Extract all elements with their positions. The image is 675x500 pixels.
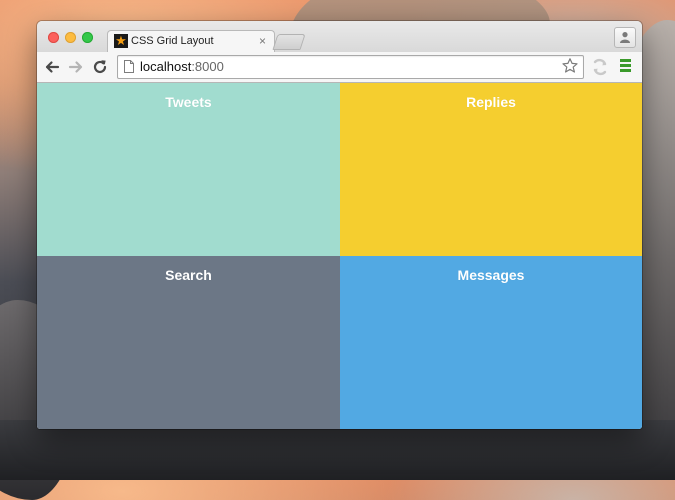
new-tab-button[interactable] [272,34,306,50]
tab-title: CSS Grid Layout [131,35,214,47]
url-port: :8000 [191,59,224,74]
grid-cell-search: Search [37,256,340,429]
tab-css-grid-layout[interactable]: ★ CSS Grid Layout × [107,30,275,53]
cell-title-replies: Replies [466,94,516,110]
window-zoom-button[interactable] [82,32,93,43]
cell-title-search: Search [165,267,212,283]
profile-button[interactable] [614,27,636,48]
cell-title-tweets: Tweets [165,94,212,110]
page-icon [124,60,134,73]
grid-cell-tweets: Tweets [37,83,340,256]
grid-cell-messages: Messages [340,256,642,429]
window-minimize-button[interactable] [65,32,76,43]
hamburger-menu-icon[interactable] [620,59,634,75]
address-bar[interactable]: localhost:8000 [117,55,584,79]
tab-close-icon[interactable]: × [259,34,266,48]
favicon-icon: ★ [114,33,128,48]
cell-title-messages: Messages [457,267,525,283]
star-icon[interactable] [561,57,579,75]
arrow-right-icon [68,61,83,73]
forward-button[interactable] [67,58,85,76]
grid-cell-replies: Replies [340,83,642,256]
reload-icon [93,60,107,74]
browser-toolbar: localhost:8000 [37,52,642,83]
grid-container: Tweets Replies Search Messages [37,83,642,429]
window-close-button[interactable] [48,32,59,43]
url-text: localhost:8000 [140,59,224,74]
browser-window: ★ CSS Grid Layout × localhost:8000 Tweet… [37,21,642,429]
url-host: localhost [140,59,192,74]
arrow-left-icon [45,61,60,73]
back-button[interactable] [43,58,61,76]
tab-strip: ★ CSS Grid Layout × [37,21,642,53]
person-icon [620,32,630,43]
extension-icon[interactable] [591,58,609,76]
reload-button[interactable] [91,58,109,76]
